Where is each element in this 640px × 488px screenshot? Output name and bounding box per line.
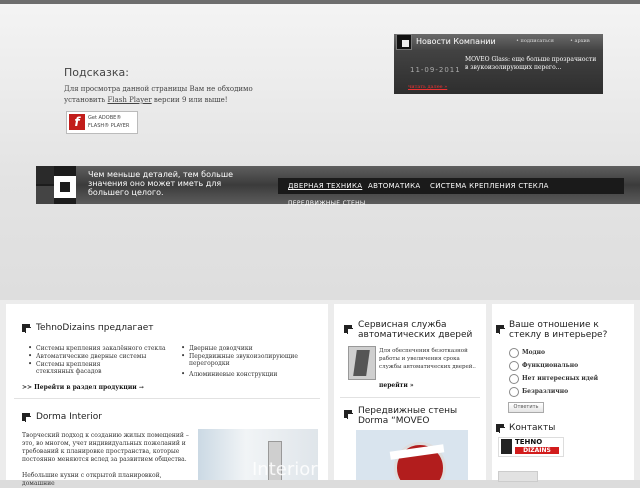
section-square-icon — [22, 413, 31, 422]
flash-badge-line1: Get ADOBE® — [88, 115, 122, 121]
news-header: Новости Компании • подписаться • архив — [394, 34, 603, 50]
section-square-icon — [496, 424, 505, 433]
section-square-icon — [344, 410, 353, 419]
menu-door-hardware[interactable]: ДВЕРНАЯ ТЕХНИКА — [288, 182, 362, 190]
dorma-interior-text: Творческий подход к созданию жилых помещ… — [22, 432, 189, 463]
offer-item[interactable]: Дверные доводчики — [181, 345, 309, 352]
top-border — [0, 0, 640, 4]
news-title: Новости Компании — [416, 37, 496, 46]
section-square-icon — [22, 324, 31, 333]
offer-item[interactable]: Системы крепления стеклянных фасадов — [28, 361, 106, 375]
go-to-products-link[interactable]: >> Перейти в раздел продукции → — [22, 384, 144, 391]
offer-item[interactable]: Автоматические дверные системы — [28, 353, 166, 360]
poll-title: Ваше отношение к стеклу в интерьере? — [509, 320, 608, 340]
get-flash-player-button[interactable]: f Get ADOBE® FLASH® PLAYER — [66, 111, 138, 134]
offer-item[interactable]: Передвижные звукоизолирующие перегородки — [181, 353, 299, 367]
poll-option-label: Модно — [522, 349, 546, 356]
header-band: Чем меньше деталей, тем больше значения … — [36, 166, 640, 204]
poll-radio-option[interactable] — [509, 387, 519, 397]
poll-radio-option[interactable] — [509, 348, 519, 358]
offer-item[interactable]: Системы крепления закалённого стекла — [28, 345, 166, 352]
movable-walls-image[interactable] — [356, 430, 468, 480]
news-date: 11-09-2011 — [410, 66, 461, 74]
contacts-title[interactable]: Контакты — [509, 423, 555, 433]
menu-glass-fixing[interactable]: СИСТЕМА КРЕПЛЕНИЯ СТЕКЛА — [430, 182, 549, 190]
poll-radio-option[interactable] — [509, 374, 519, 384]
service-go-link[interactable]: перейти » — [379, 382, 414, 389]
interior-photo[interactable]: Interior — [198, 429, 318, 480]
offer-item[interactable]: Алюминиевые конструкции — [181, 371, 309, 378]
poll-submit-button[interactable]: Ответить — [508, 402, 544, 413]
section-square-icon — [344, 325, 353, 334]
poll-option-label: Безразлично — [522, 388, 569, 395]
poll-option-label: Функционально — [522, 362, 579, 369]
contacts-map-thumbnail[interactable] — [498, 471, 538, 482]
menu-automation[interactable]: АВТОМАТИКА — [368, 182, 420, 190]
logo-text-top: TEHNO — [515, 438, 543, 446]
news-archive-link[interactable]: • архив — [570, 38, 590, 44]
flash-badge-line2: FLASH® PLAYER — [88, 123, 130, 129]
flash-player-link[interactable]: Flash Player — [108, 96, 152, 104]
news-square-icon — [396, 34, 412, 50]
service-title: Сервисная служба автоматических дверей — [358, 320, 473, 340]
site-logo-squares[interactable] — [36, 166, 76, 204]
tehnodizains-logo[interactable]: TEHNO DIZAINS — [498, 437, 564, 457]
divider — [14, 398, 320, 399]
movable-walls-title[interactable]: Передвижные стены Dorma “MOVEO — [358, 406, 478, 426]
hint-text: Для просмотра данной страницы Вам не обх… — [64, 84, 294, 106]
logo-text-bottom: DIZAINS — [515, 447, 559, 454]
poll-option-label: Нет интересных идей — [522, 375, 599, 382]
dorma-interior-text-more: Небольшие кухни с открытой планировкой, … — [22, 472, 162, 487]
service-text: Для обеспечения безотказной работы и уве… — [379, 348, 476, 370]
service-thumbnail[interactable] — [348, 346, 376, 380]
hint-text-after: версии 9 или выше! — [153, 96, 228, 104]
flash-player-icon: f — [69, 114, 85, 130]
main-menu: ДВЕРНАЯ ТЕХНИКА АВТОМАТИКА СИСТЕМА КРЕПЛ… — [278, 178, 624, 194]
poll-radio-option[interactable] — [509, 361, 519, 371]
divider — [340, 397, 480, 398]
dorma-interior-title[interactable]: Dorma Interior — [36, 412, 102, 422]
hint-title: Подсказка: — [64, 66, 129, 79]
menu-movable-walls[interactable]: ПЕРЕДВИЖНЫЕ СТЕНЫ — [288, 200, 366, 207]
news-read-more-link[interactable]: читать далее » — [408, 84, 447, 90]
interior-photo-caption: Interior — [252, 459, 318, 480]
offer-title: TehnoDizains предлагает — [36, 323, 154, 333]
news-panel: Новости Компании • подписаться • архив 1… — [394, 34, 603, 94]
news-subscribe-link[interactable]: • подписаться — [516, 38, 554, 44]
band-slogan: Чем меньше деталей, тем больше значения … — [88, 170, 234, 197]
section-square-icon — [496, 325, 505, 334]
news-item-link[interactable]: MOVEO Glass: еще больше прозрачности в з… — [465, 56, 597, 72]
